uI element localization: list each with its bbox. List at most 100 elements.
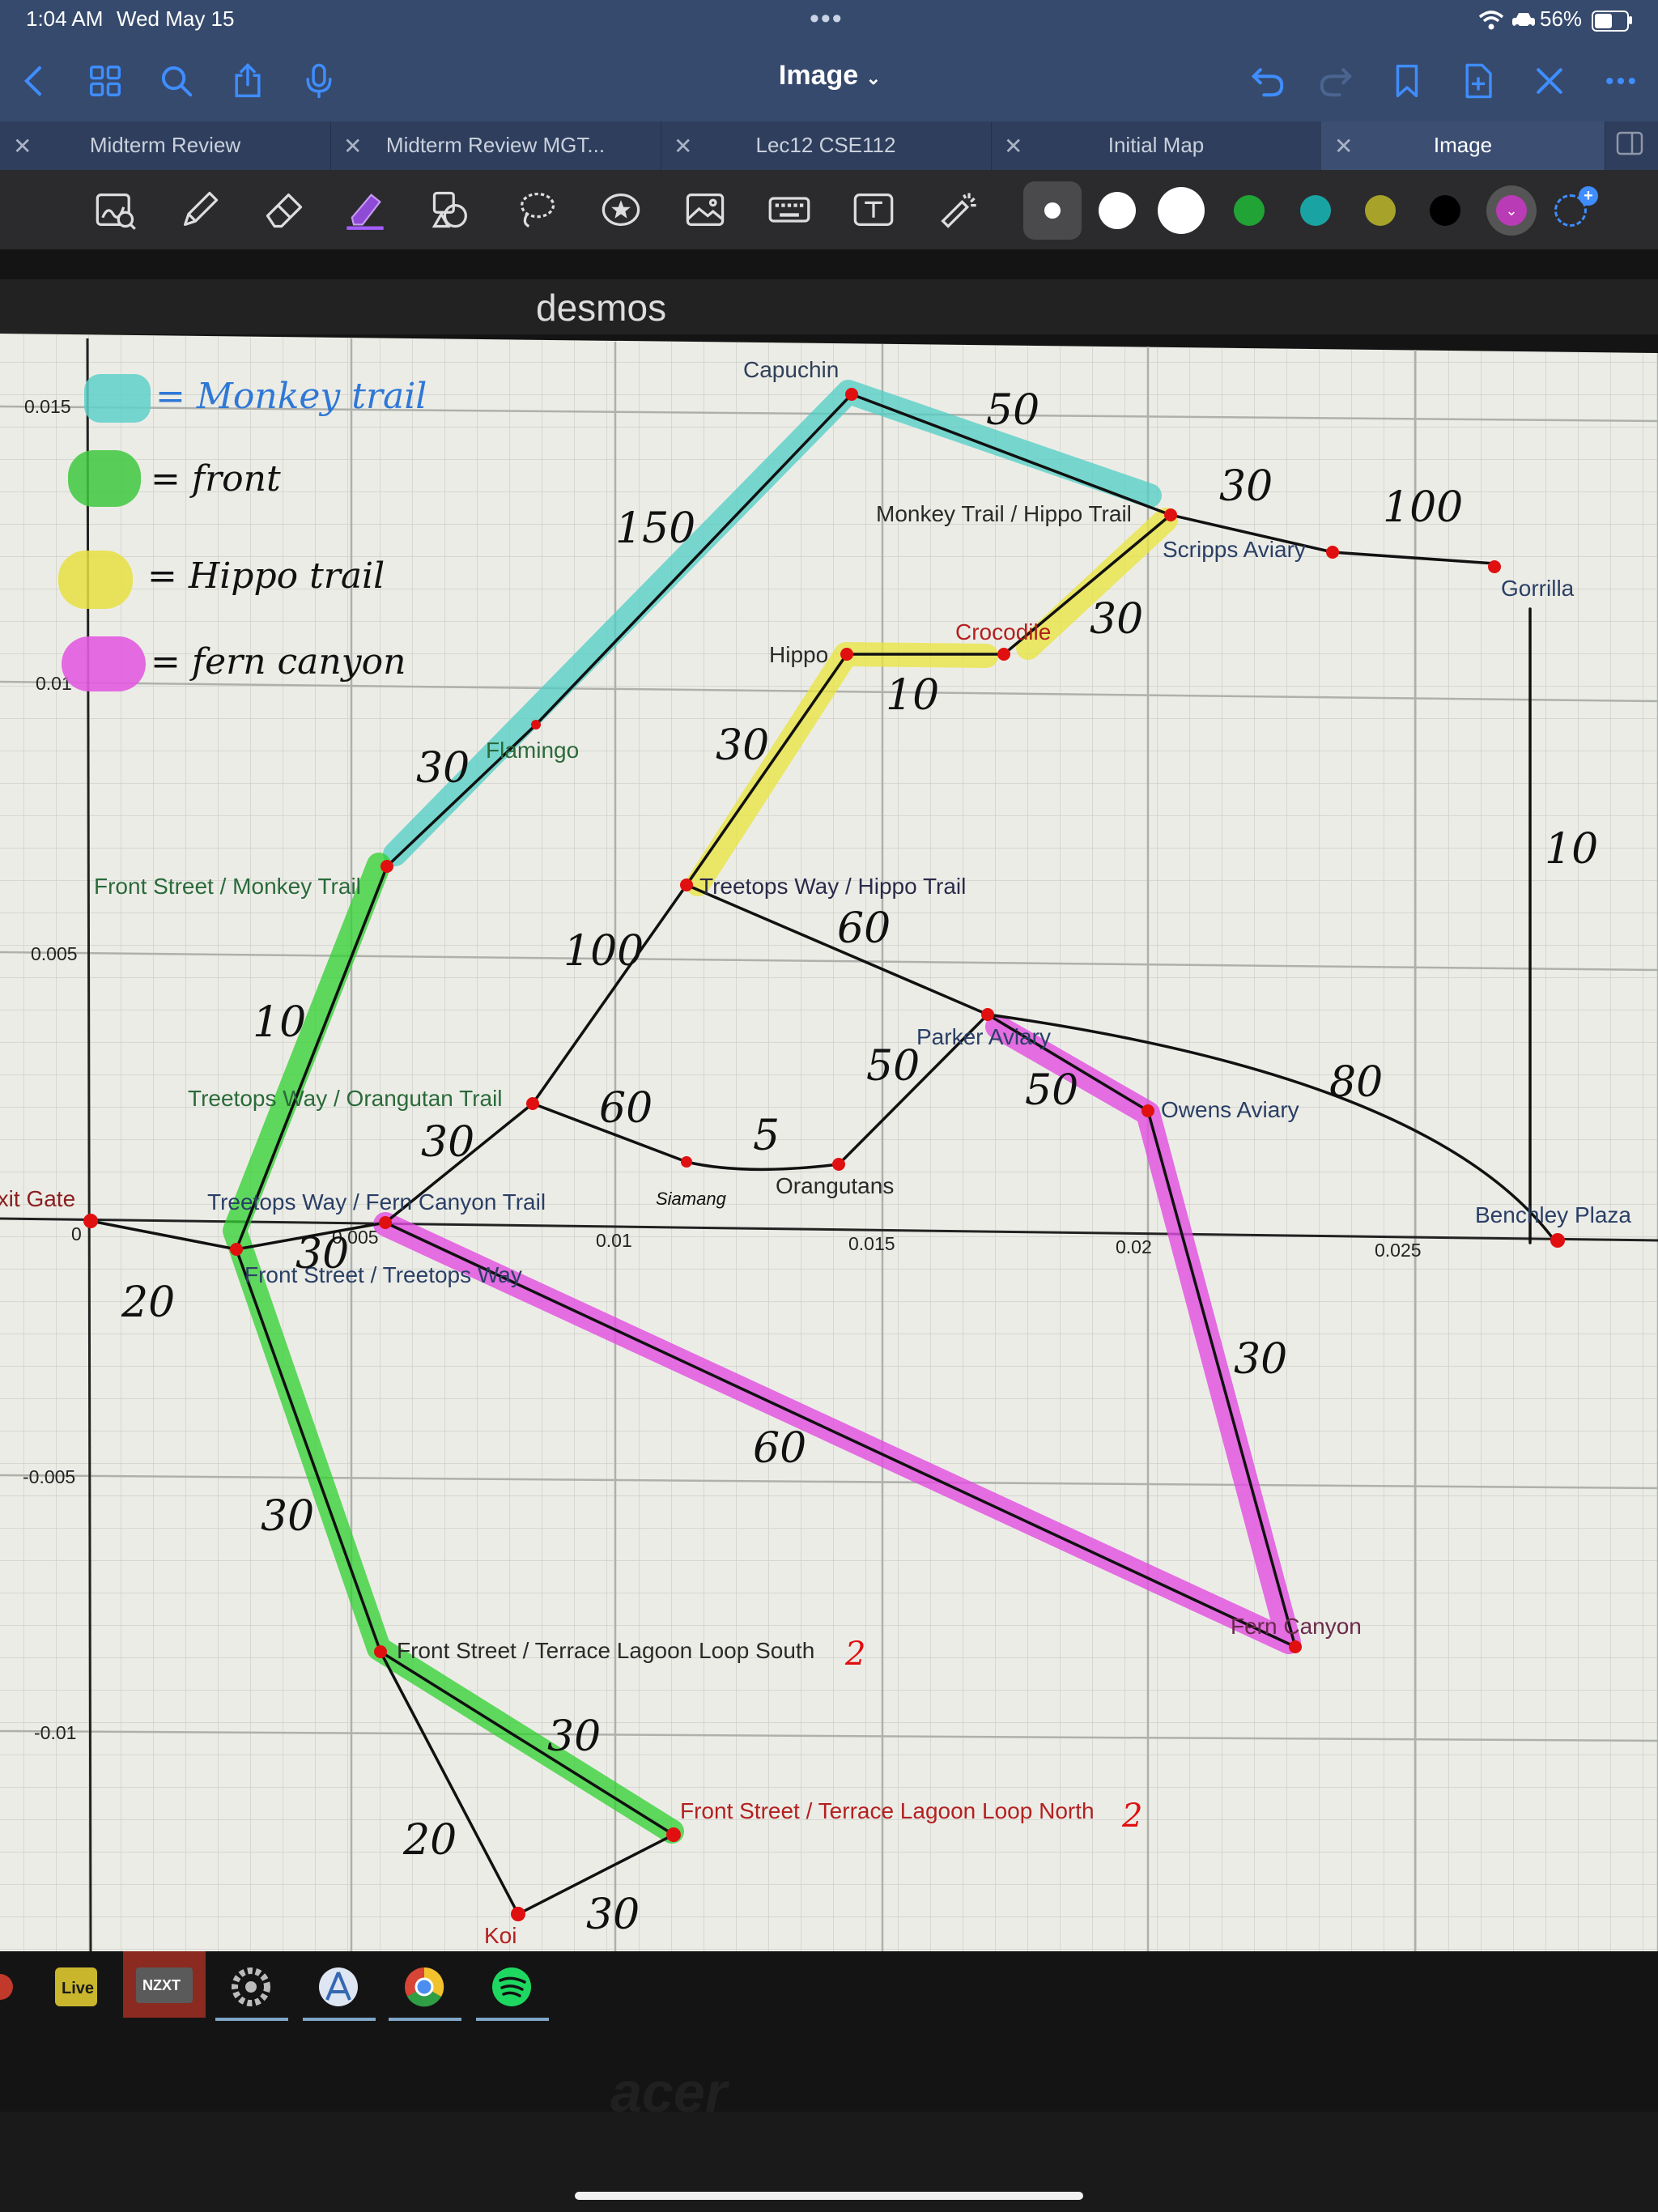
- y-tick: -0.005: [23, 1466, 75, 1487]
- point-label: Benchley Plaza: [1475, 1202, 1631, 1227]
- y-tick: 0.005: [31, 943, 78, 964]
- tab-label: Initial Map: [1107, 133, 1205, 157]
- edge-weight: 50: [1025, 1066, 1078, 1115]
- edge-weight: 30: [586, 1891, 640, 1939]
- image-icon[interactable]: [680, 185, 730, 235]
- zoom-box-icon[interactable]: [91, 185, 141, 235]
- multitasking-dots-icon[interactable]: •••: [810, 3, 844, 35]
- keyboard-icon[interactable]: [764, 185, 814, 235]
- edge-weight: 30: [295, 1230, 349, 1278]
- wifi-icon: [1478, 11, 1504, 30]
- tab-label: Lec12 CSE112: [755, 133, 896, 157]
- edge-weight: 10: [886, 671, 939, 720]
- edge-weight: 60: [837, 904, 891, 953]
- point-label: Exit Gate: [0, 1186, 75, 1211]
- microphone-icon[interactable]: [295, 57, 343, 105]
- shapes-icon[interactable]: [426, 185, 476, 235]
- color-swatch-white-medium[interactable]: [1099, 192, 1136, 229]
- tab-initial-map[interactable]: ✕ Initial Map: [991, 121, 1322, 170]
- taskbar-live-label: Live: [62, 1980, 94, 1997]
- car-icon: [1512, 13, 1535, 29]
- svg-text:= fern canyon: = fern canyon: [151, 641, 406, 683]
- legend-item-front: = front: [68, 450, 281, 507]
- point-label: Front Street / Terrace Lagoon Loop North: [680, 1798, 1095, 1823]
- undo-icon[interactable]: [1244, 57, 1292, 105]
- edge-weight: 30: [716, 721, 769, 770]
- text-icon[interactable]: [848, 185, 899, 235]
- add-page-icon[interactable]: [1454, 57, 1503, 105]
- svg-text:= Monkey trail: = Monkey trail: [155, 376, 427, 417]
- tab-midterm-review-mgt[interactable]: ✕ Midterm Review MGT...: [330, 121, 661, 170]
- point-label: Capuchin: [743, 357, 839, 382]
- lasso-icon[interactable]: [512, 185, 562, 235]
- monitor-brand-logo: acer: [610, 2061, 730, 2112]
- edge-weight: 60: [753, 1424, 806, 1473]
- point-label: Orangutans: [776, 1173, 894, 1198]
- photo-image: desmos 0.015 0.01 0.005 0 -0.005 -0.01 0…: [0, 249, 1658, 2112]
- note-mark: 2: [844, 1636, 865, 1673]
- color-swatch-magenta-selected[interactable]: ⌄: [1496, 195, 1527, 226]
- point-label: Gorrilla: [1501, 576, 1575, 601]
- close-icon[interactable]: [1525, 57, 1574, 105]
- edge-weight: 30: [416, 744, 470, 793]
- color-swatch-white-small[interactable]: [1044, 202, 1061, 219]
- sticker-icon[interactable]: [596, 185, 646, 235]
- edge-weight: 30: [1090, 595, 1143, 644]
- color-swatch-teal[interactable]: [1300, 195, 1331, 226]
- battery-icon: [1592, 11, 1629, 32]
- highlighter-icon[interactable]: [340, 185, 390, 235]
- svg-text:= front: = front: [151, 458, 281, 500]
- desmos-header: [0, 279, 1658, 334]
- bookmark-icon[interactable]: [1383, 57, 1431, 105]
- color-swatch-white-large[interactable]: [1158, 187, 1205, 234]
- edge-weight: 60: [599, 1084, 653, 1133]
- edge-weight: 50: [866, 1042, 920, 1091]
- edge-weight: 5: [753, 1112, 780, 1160]
- edge-weight: 30: [1219, 462, 1273, 511]
- point-label: Front Street / Treetops Way: [244, 1262, 522, 1287]
- edge-weight: 10: [253, 998, 306, 1047]
- color-swatch-green[interactable]: [1234, 195, 1265, 226]
- tab-midterm-review[interactable]: ✕ Midterm Review: [0, 121, 331, 170]
- tab-label: Midterm Review: [89, 133, 241, 157]
- edge-weight: 30: [261, 1492, 314, 1541]
- laser-pointer-icon[interactable]: [933, 185, 983, 235]
- point-label: Hippo: [769, 642, 828, 667]
- battery-percent: 56%: [1540, 6, 1583, 31]
- search-icon[interactable]: [152, 57, 201, 105]
- back-icon[interactable]: [10, 57, 58, 105]
- home-indicator[interactable]: [575, 2192, 1083, 2200]
- eraser-icon[interactable]: [259, 185, 309, 235]
- edge-weight: 20: [402, 1816, 457, 1865]
- point-label: Koi: [484, 1923, 517, 1948]
- color-swatch-black[interactable]: [1430, 195, 1460, 226]
- point-label: Monkey Trail / Hippo Trail: [876, 501, 1132, 526]
- point-label: Crocodile: [955, 619, 1051, 644]
- tab-image[interactable]: ✕ Image: [1321, 121, 1605, 170]
- status-bar: 1:04 AM Wed May 15 ••• 56%: [0, 0, 1658, 40]
- more-icon[interactable]: [1596, 57, 1645, 105]
- battery-level: [1595, 14, 1613, 28]
- y-tick: 0.015: [24, 396, 71, 417]
- y-tick: 0: [71, 1223, 82, 1244]
- point-label: Front Street / Monkey Trail: [94, 874, 361, 899]
- legend-item-monkey-trail: = Monkey trail: [84, 374, 427, 423]
- tab-lec12-cse112[interactable]: ✕ Lec12 CSE112: [661, 121, 992, 170]
- x-tick: 0.015: [848, 1233, 895, 1254]
- edge-weight: 30: [547, 1712, 601, 1761]
- x-tick: 0.02: [1116, 1236, 1152, 1257]
- add-color-plus-icon: +: [1579, 186, 1598, 206]
- grid-icon[interactable]: [81, 57, 130, 105]
- point-label: Flamingo: [486, 738, 579, 763]
- pen-icon[interactable]: [175, 185, 225, 235]
- color-swatch-olive[interactable]: [1365, 195, 1396, 226]
- document-title[interactable]: Image ⌄: [729, 60, 931, 91]
- edge-weight: 30: [421, 1118, 474, 1167]
- share-icon[interactable]: [223, 57, 272, 105]
- tab-label: Midterm Review MGT...: [385, 133, 606, 157]
- tab-layout-icon[interactable]: [1616, 131, 1643, 155]
- desmos-logo: desmos: [536, 287, 666, 329]
- x-tick: 0.01: [596, 1230, 632, 1251]
- redo-icon[interactable]: [1312, 57, 1360, 105]
- y-tick: -0.01: [34, 1722, 76, 1743]
